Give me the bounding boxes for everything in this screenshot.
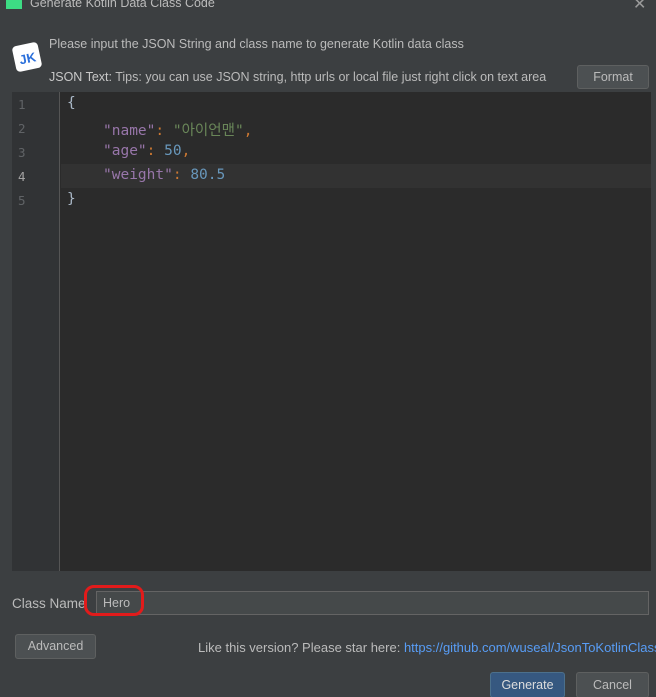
json-comma: ,: [181, 143, 191, 159]
json-key: "weight": [103, 167, 173, 183]
json-key: "age": [103, 143, 147, 159]
tips-text: Tips: you can use JSON string, http urls…: [111, 70, 547, 84]
line-number: 2: [18, 121, 26, 136]
advanced-button[interactable]: Advanced: [15, 634, 96, 659]
json-number-value: 80.5: [190, 167, 226, 183]
line-number-gutter: 1 2 3 4 5: [12, 92, 60, 571]
dialog-description: Please input the JSON String and class n…: [49, 37, 464, 51]
json-text-label: JSON Text:: [49, 70, 112, 84]
code-line: "age": 50,: [103, 143, 190, 159]
format-button[interactable]: Format: [577, 65, 649, 89]
json-number-value: 50: [164, 143, 182, 159]
code-line: "name": "아이언맨",: [103, 119, 252, 140]
line-number: 1: [18, 97, 26, 112]
json-close-brace: }: [67, 191, 76, 207]
json-text-tips: JSON Text: Tips: you can use JSON string…: [49, 70, 546, 84]
star-prompt: Like this version? Please star here: htt…: [198, 640, 656, 655]
title-bar: Generate Kotlin Data Class Code ✕: [0, 0, 656, 14]
json-open-brace: {: [67, 95, 76, 111]
code-line: {: [67, 95, 76, 111]
window-title: Generate Kotlin Data Class Code: [30, 0, 215, 10]
plugin-logo-icon: JK: [12, 42, 42, 72]
android-icon: [6, 0, 22, 9]
json-comma: ,: [243, 123, 253, 139]
json-colon: :: [155, 123, 173, 139]
line-number-active: 4: [18, 169, 26, 184]
json-colon: :: [146, 143, 165, 159]
star-prompt-text: Like this version? Please star here:: [198, 640, 404, 655]
code-line-active: "weight": 80.5: [103, 167, 225, 183]
github-link[interactable]: https://github.com/wuseal/JsonToKotlinCl…: [404, 640, 656, 655]
class-name-label: Class Name: [12, 596, 86, 611]
json-key: "name": [103, 123, 156, 139]
close-icon[interactable]: ✕: [633, 0, 646, 14]
line-number: 3: [18, 145, 26, 160]
json-colon: :: [172, 167, 191, 183]
json-editor[interactable]: 1 2 3 4 5 { "name": "아이언맨", "age": 50, "…: [12, 92, 651, 571]
line-number: 5: [18, 193, 26, 208]
generate-button[interactable]: Generate: [490, 672, 565, 697]
cancel-button[interactable]: Cancel: [576, 672, 649, 697]
json-string-value: "아이언맨": [172, 123, 244, 139]
code-line: }: [67, 191, 76, 207]
class-name-input[interactable]: [96, 591, 649, 615]
